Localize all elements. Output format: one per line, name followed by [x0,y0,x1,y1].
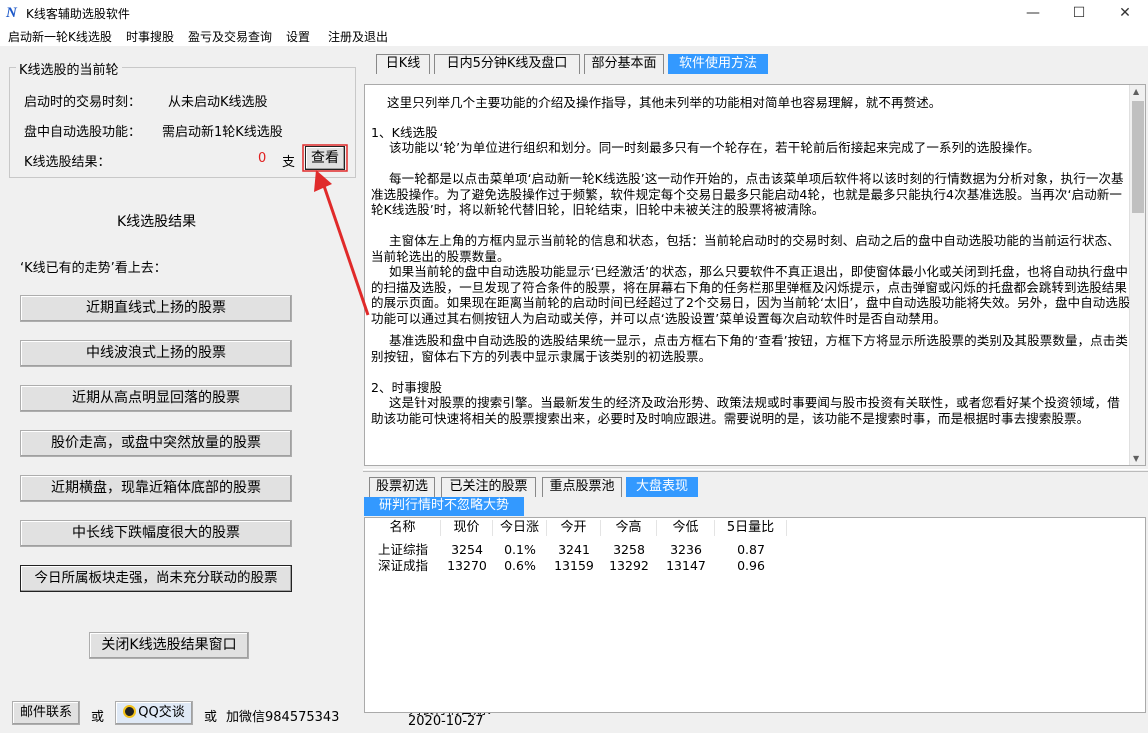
or-text: 或 [204,706,217,725]
column-header-change[interactable]: 今日涨 [493,520,547,536]
table-cell: 13270 [441,558,493,573]
help-paragraph: 主窗体左上角的方框内显示当前轮的信息和状态，包括：当前轮启动时的交易时刻、启动之… [371,233,1131,264]
table-cell: 3236 [657,542,715,557]
category-straight-rise-button[interactable]: 近期直线式上扬的股票 [20,295,292,322]
help-paragraph: 这是针对股票的搜索引擎。当最新发生的经济及政治形势、政策法规或时事要闻与股市投资… [371,395,1131,426]
table-cell: 3258 [601,542,657,557]
subtab-market-trend[interactable]: 研判行情时不忽略大势 [364,497,524,516]
table-cell: 3254 [441,542,493,557]
category-sector-lag-button[interactable]: 今日所属板块走强，尚未充分联动的股票 [20,565,292,592]
tab-fundamentals[interactable]: 部分基本面 [584,54,664,74]
help-section-1-title: 1、K线选股 [371,125,1131,141]
column-header-low[interactable]: 今低 [657,520,715,536]
menu-profit-query[interactable]: 盈亏及交易查询 [188,28,272,45]
app-logo-icon: N [6,4,22,22]
column-header-name[interactable]: 名称 [365,520,441,536]
category-box-bottom-button[interactable]: 近期横盘，现靠近箱体底部的股票 [20,475,292,502]
table-cell: 3241 [547,542,601,557]
result-label: K线选股结果： [24,151,111,170]
tab-daily-kline[interactable]: 日K线 [376,54,430,74]
auto-select-value: 需启动新1轮K线选股 [162,121,283,140]
help-paragraph: 基准选股和盘中自动选股的选股结果统一显示，点击方框右下角的‘查看’按钮，方框下方… [371,333,1131,364]
result-count: 0 [258,151,266,166]
scroll-thumb[interactable] [1132,101,1144,213]
table-cell: 上证综指 [365,542,441,557]
table-cell: 0.96 [715,558,787,573]
menu-settings[interactable]: 设置 [286,28,310,45]
help-paragraph: 该功能以‘轮’为单位进行组织和划分。同一时刻最多只有一个轮存在，若干轮前后衔接起… [371,140,1131,156]
table-cell: 13159 [547,558,601,573]
menu-register-exit[interactable]: 注册及退出 [328,28,388,45]
help-intro: 这里只列举几个主要功能的介绍及操作指导，其他未列举的功能相对简单也容易理解，就不… [387,95,1146,111]
tab-usage-guide[interactable]: 软件使用方法 [668,54,768,74]
column-header-open[interactable]: 今开 [547,520,601,536]
auto-select-label: 盘中自动选股功能： [24,121,141,140]
menu-start-new-round[interactable]: 启动新一轮K线选股 [8,28,112,45]
tab-market-performance[interactable]: 大盘表现 [626,477,698,497]
category-pullback-button[interactable]: 近期从高点明显回落的股票 [20,385,292,412]
tab-intraday-5min[interactable]: 日内5分钟K线及盘口 [434,54,580,74]
email-contact-button[interactable]: 邮件联系 [12,701,80,725]
qq-chat-label: QQ交谈 [138,705,184,720]
column-header-high[interactable]: 今高 [601,520,657,536]
tab-stock-preselect[interactable]: 股票初选 [369,477,435,497]
column-header-price[interactable]: 现价 [441,520,493,536]
maximize-button[interactable]: ☐ [1056,0,1102,26]
result-unit: 支 [282,151,295,170]
menu-bar: 启动新一轮K线选股 时事搜股 盈亏及交易查询 设置 注册及退出 [0,26,1148,46]
table-cell: 0.87 [715,542,787,557]
table-cell: 13292 [601,558,657,573]
usage-guide-text[interactable]: 这里只列举几个主要功能的介绍及操作指导，其他未列举的功能相对简单也容易理解，就不… [364,84,1146,466]
minimize-button[interactable]: — [1010,0,1056,26]
column-header-volume-ratio[interactable]: 5日量比 [715,520,787,536]
table-cell: 0.6% [493,558,547,573]
market-table[interactable]: 名称 现价 今日涨 今开 今高 今低 5日量比 上证综指 3254 0.1% 3… [364,517,1146,713]
category-wave-rise-button[interactable]: 中线波浪式上扬的股票 [20,340,292,367]
or-text: 或 [91,706,104,725]
results-heading: K线选股结果 [117,211,196,231]
close-results-button[interactable]: 关闭K线选股结果窗口 [89,632,249,659]
tab-watched-stocks[interactable]: 已关注的股票 [441,477,536,497]
help-paragraph: 每一轮都是以点击菜单项‘启动新一轮K线选股’这一动作开始的，点击该菜单项后软件将… [371,171,1131,218]
start-time-value: 从未启动K线选股 [168,91,268,110]
start-time-label: 启动时的交易时刻： [24,91,141,110]
results-subheading: ‘K线已有的走势’看上去： [20,257,167,276]
table-cell: 深证成指 [365,558,441,573]
category-big-drop-button[interactable]: 中长线下跌幅度很大的股票 [20,520,292,547]
wechat-text: 加微信984575343 [226,706,339,725]
pane-splitter[interactable] [363,469,1148,472]
table-cell: 0.1% [493,542,547,557]
qq-chat-button[interactable]: QQ交谈 [115,701,193,725]
current-round-group: K线选股的当前轮 启动时的交易时刻： 从未启动K线选股 盘中自动选股功能： 需启… [9,67,356,178]
group-title: K线选股的当前轮 [16,59,122,78]
tab-key-stock-pool[interactable]: 重点股票池 [542,477,622,497]
date-value: 2020-10-27 [408,714,484,729]
text-scrollbar[interactable]: ▲ ▼ [1129,85,1145,465]
scroll-down-icon[interactable]: ▼ [1133,454,1139,463]
window-title: K线客辅助选股软件 [26,5,130,22]
qq-icon [123,705,136,718]
menu-news-search[interactable]: 时事搜股 [126,28,174,45]
title-bar: N K线客辅助选股软件 — ☐ ✕ [0,0,1148,26]
scroll-up-icon[interactable]: ▲ [1133,87,1139,96]
help-section-2-title: 2、时事搜股 [371,380,1131,396]
category-volume-surge-button[interactable]: 股价走高，或盘中突然放量的股票 [20,430,292,457]
view-results-button[interactable]: 查看 [305,146,345,170]
help-paragraph: 如果当前轮的盘中自动选股功能显示‘已经激活’的状态，那么只要软件不真正退出，即使… [371,264,1131,326]
table-cell: 13147 [657,558,715,573]
close-window-button[interactable]: ✕ [1102,0,1148,26]
